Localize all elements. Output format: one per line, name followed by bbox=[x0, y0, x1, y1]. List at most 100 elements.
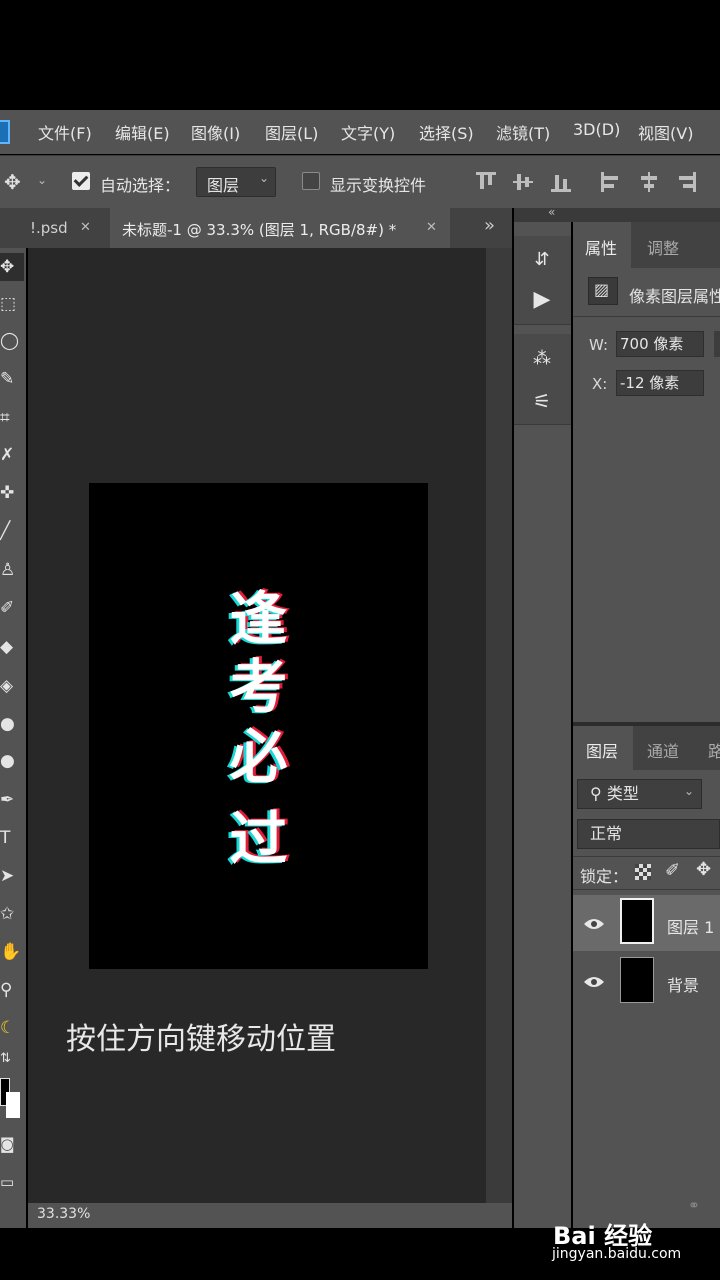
show-transform-label: 显示变换控件 bbox=[330, 176, 427, 195]
menu-edit[interactable]: 编辑(E) bbox=[115, 120, 170, 144]
tool-preset-chevron-down-icon[interactable]: ⌄ bbox=[37, 173, 47, 187]
x-label: X: bbox=[592, 375, 608, 393]
align-top-icon[interactable] bbox=[476, 172, 496, 192]
background-color-swatch[interactable] bbox=[6, 1092, 20, 1118]
chevron-down-icon: ⌄ bbox=[684, 784, 695, 798]
layer-filter-value: 类型 bbox=[606, 784, 639, 803]
x-field[interactable]: -12 像素 bbox=[616, 370, 704, 396]
eye-icon[interactable] bbox=[583, 916, 605, 930]
tab-paths-label[interactable]: 路 bbox=[708, 738, 720, 762]
eyedropper-tool-icon[interactable]: ✗ bbox=[0, 441, 24, 469]
menu-image[interactable]: 图像(I) bbox=[191, 120, 240, 144]
brush-settings-panel-icon[interactable]: ⁂ bbox=[527, 344, 557, 374]
status-bar bbox=[28, 1203, 512, 1228]
eye-icon[interactable] bbox=[583, 974, 605, 988]
menu-file[interactable]: 文件(F) bbox=[38, 120, 92, 144]
align-bottom-icon[interactable] bbox=[551, 172, 571, 192]
type-tool-icon[interactable]: T bbox=[0, 824, 24, 852]
tab-adjustments-label[interactable]: 调整 bbox=[647, 235, 679, 259]
lock-transparent-pixels-icon[interactable] bbox=[635, 864, 651, 880]
menu-layer[interactable]: 图层(L) bbox=[265, 120, 318, 144]
history-brush-tool-icon[interactable]: ✐ bbox=[0, 594, 24, 622]
tab-untitled-close-icon[interactable]: ✕ bbox=[426, 220, 437, 235]
move-tool-icon[interactable]: ✥ bbox=[0, 253, 24, 281]
width-field[interactable]: 700 像素 bbox=[616, 331, 704, 357]
lock-label: 锁定： bbox=[580, 867, 629, 886]
tab-properties-label[interactable]: 属性 bbox=[585, 235, 617, 259]
chevron-down-icon: ⌄ bbox=[259, 171, 270, 185]
canvas-glyph: 必 bbox=[229, 723, 288, 791]
canvas-glyph: 过 bbox=[229, 805, 288, 873]
menu-view[interactable]: 视图(V) bbox=[638, 120, 693, 144]
menu-filter[interactable]: 滤镜(T) bbox=[496, 120, 550, 144]
banana-tool-icon[interactable]: ☾ bbox=[0, 1014, 24, 1042]
layer-name[interactable]: 图层 1 bbox=[667, 914, 714, 938]
menu-select[interactable]: 选择(S) bbox=[419, 120, 474, 144]
path-select-tool-icon[interactable]: ➤ bbox=[0, 862, 24, 890]
screen-mode-icon[interactable]: ▭ bbox=[0, 1168, 24, 1196]
auto-select-target-value: 图层 bbox=[207, 176, 240, 195]
auto-select-checkbox[interactable] bbox=[72, 172, 90, 190]
layer-filter-select[interactable]: ⚲ 类型 ⌄ bbox=[577, 779, 702, 809]
width-label: W: bbox=[589, 336, 609, 354]
dodge-tool-icon[interactable]: ● bbox=[0, 747, 24, 775]
gradient-tool-icon[interactable]: ◈ bbox=[0, 672, 24, 700]
vertical-scrollbar[interactable] bbox=[486, 248, 512, 1203]
tab-layers-label[interactable]: 图层 bbox=[586, 738, 618, 762]
menu-3d[interactable]: 3D(D) bbox=[573, 120, 620, 139]
hand-tool-icon[interactable]: ✋ bbox=[0, 938, 24, 966]
move-tool-icon[interactable]: ✥ bbox=[4, 170, 21, 194]
eraser-tool-icon[interactable]: ◆ bbox=[0, 633, 24, 661]
image-icon: ▨ bbox=[594, 280, 610, 299]
healing-brush-tool-icon[interactable]: ✜ bbox=[0, 479, 24, 507]
tool-presets-panel-icon[interactable]: ⚟ bbox=[527, 386, 557, 416]
search-icon: ⚲ bbox=[590, 784, 602, 803]
layer-name[interactable]: 背景 bbox=[667, 972, 699, 996]
lasso-tool-icon[interactable]: ◯ bbox=[0, 327, 24, 355]
layer-thumbnail bbox=[620, 898, 654, 944]
pixel-layer-image-icon: ▨ bbox=[588, 277, 618, 305]
align-horizontal-center-icon[interactable] bbox=[639, 172, 659, 192]
history-panel-icon[interactable]: ⇵ bbox=[527, 245, 557, 275]
divider bbox=[573, 856, 720, 857]
align-left-icon[interactable] bbox=[601, 172, 621, 192]
panel-dock-header: « bbox=[514, 205, 720, 222]
link-layers-icon[interactable]: ⚭ bbox=[688, 1198, 700, 1214]
layer-thumbnail bbox=[620, 957, 654, 1003]
collapse-panels-icon[interactable]: « bbox=[548, 205, 555, 219]
pen-tool-icon[interactable]: ✒ bbox=[0, 786, 24, 814]
actions-panel-icon[interactable]: ▶ bbox=[527, 285, 557, 315]
lock-image-pixels-icon[interactable]: ✐ bbox=[665, 860, 680, 881]
watermark-url: jingyan.baidu.com bbox=[552, 1246, 682, 1262]
canvas-glyph: 逢 bbox=[229, 585, 288, 653]
swap-colors-icon[interactable]: ⇅ bbox=[0, 1045, 24, 1073]
tab-psd-label[interactable]: !.psd bbox=[30, 219, 68, 237]
zoom-tool-icon[interactable]: ⚲ bbox=[0, 976, 24, 1004]
lock-position-icon[interactable]: ✥ bbox=[696, 859, 711, 880]
auto-select-target-select[interactable]: 图层 ⌄ bbox=[196, 167, 276, 197]
clone-stamp-tool-icon[interactable]: ♙ bbox=[0, 556, 24, 584]
tab-overflow-icon[interactable]: » bbox=[484, 215, 495, 236]
divider bbox=[573, 316, 720, 317]
menu-type[interactable]: 文字(Y) bbox=[341, 120, 395, 144]
photoshop-logo-icon[interactable] bbox=[0, 120, 10, 144]
tab-untitled-label[interactable]: 未标题-1 @ 33.3% (图层 1, RGB/8#) * bbox=[122, 219, 396, 240]
shape-tool-icon[interactable]: ✩ bbox=[0, 900, 24, 928]
show-transform-checkbox[interactable] bbox=[302, 172, 320, 190]
marquee-tool-icon[interactable]: ⬚ bbox=[0, 290, 24, 318]
brush-tool-icon[interactable]: ╱ bbox=[0, 517, 24, 545]
canvas-glyph: 考 bbox=[229, 653, 288, 721]
quick-mask-icon[interactable]: ◙ bbox=[0, 1130, 24, 1158]
auto-select-label: 自动选择： bbox=[100, 176, 181, 195]
tab-channels-label[interactable]: 通道 bbox=[647, 738, 679, 762]
height-field[interactable] bbox=[714, 331, 720, 357]
blur-tool-icon[interactable]: ● bbox=[0, 710, 24, 738]
align-right-icon[interactable] bbox=[676, 172, 696, 192]
zoom-level[interactable]: 33.33% bbox=[37, 1206, 90, 1222]
crop-tool-icon[interactable]: ⌗ bbox=[0, 404, 24, 432]
document-canvas[interactable]: 逢 考 必 过 bbox=[89, 483, 428, 969]
align-vertical-center-icon[interactable] bbox=[513, 172, 533, 192]
blend-mode-select[interactable]: 正常 bbox=[577, 819, 720, 849]
tab-psd-close-icon[interactable]: ✕ bbox=[80, 220, 91, 235]
quick-select-tool-icon[interactable]: ✎ bbox=[0, 365, 24, 393]
